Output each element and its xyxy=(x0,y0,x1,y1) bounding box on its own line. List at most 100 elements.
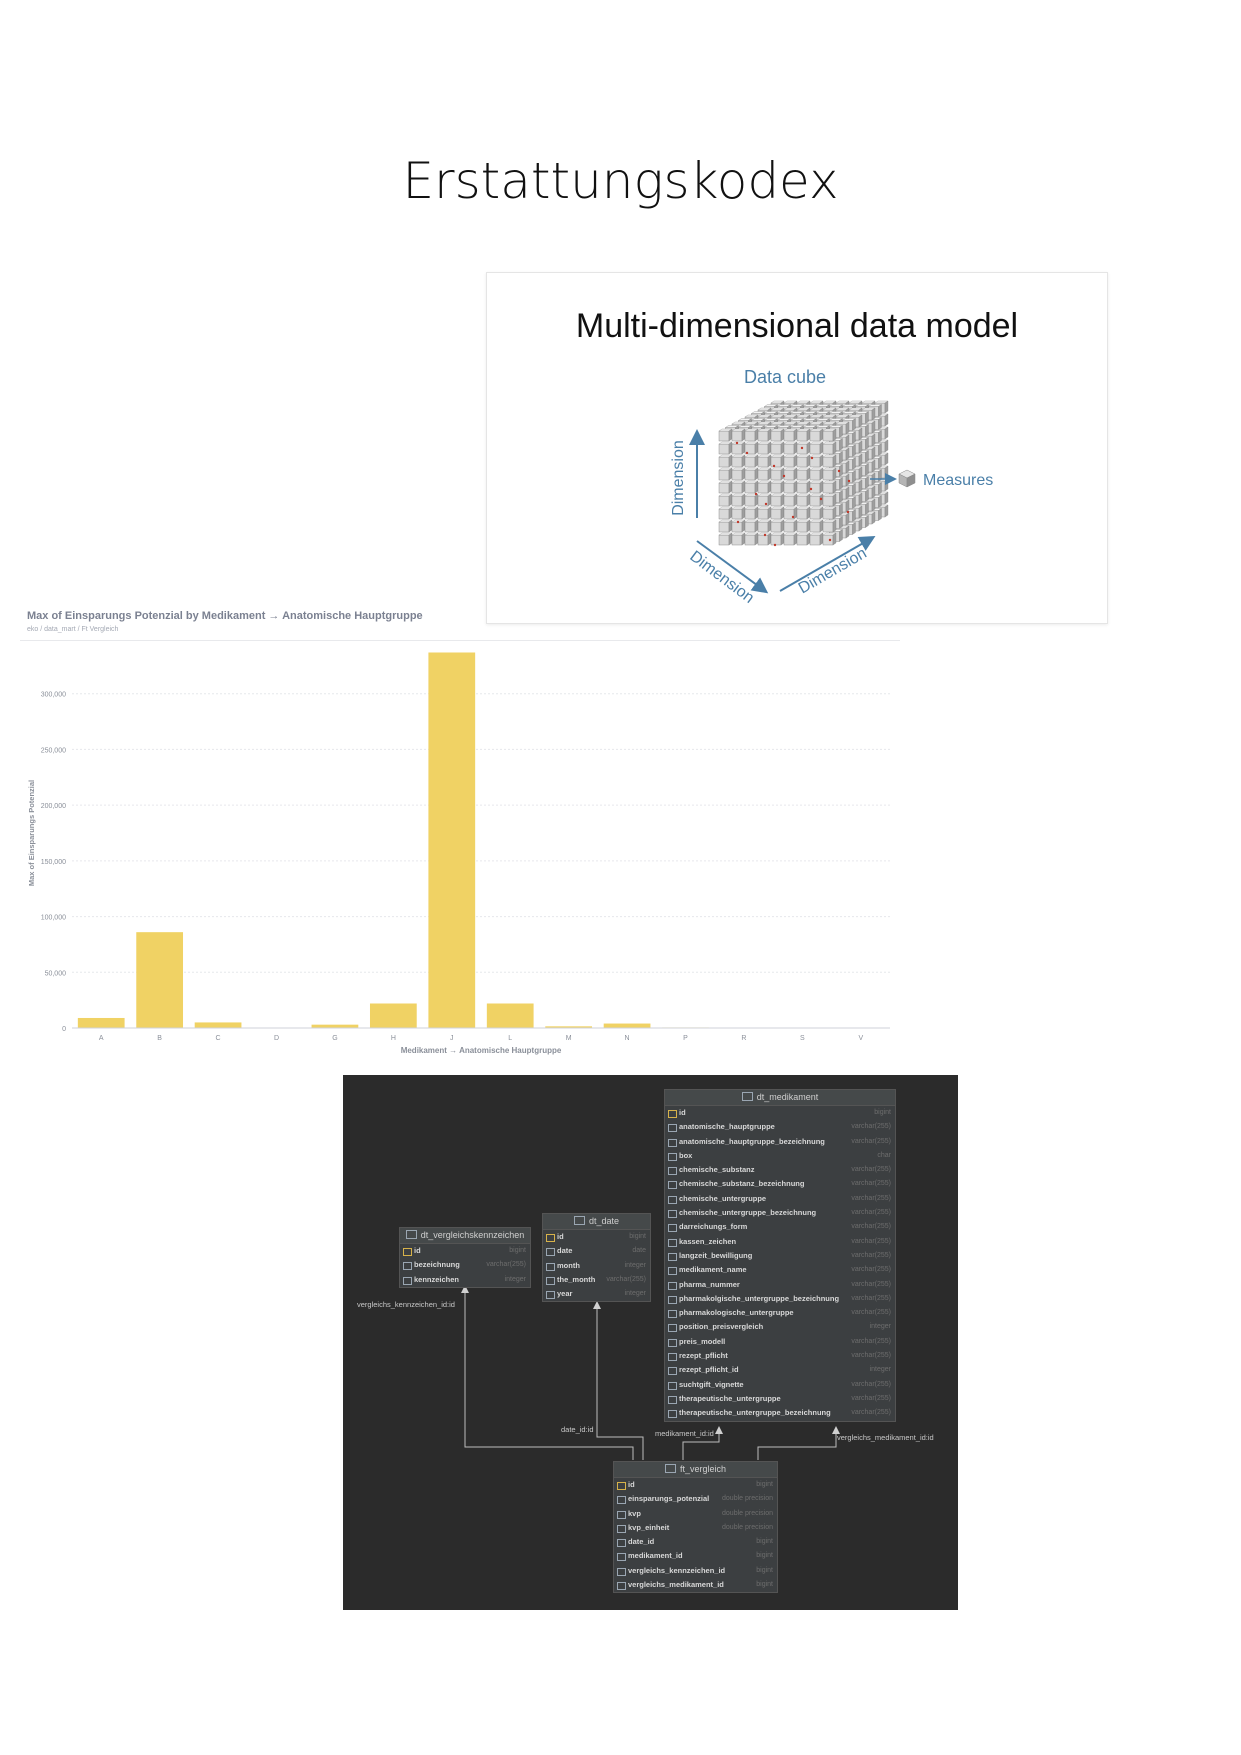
table-column-row[interactable]: the_month varchar(255) xyxy=(543,1273,650,1287)
table-column-row[interactable]: therapeutische_untergruppe_bezeichnung va… xyxy=(665,1406,895,1420)
bar[interactable] xyxy=(428,652,476,1028)
column-name: suchtgift_vignette xyxy=(679,1379,744,1389)
column-name: einsparungs_potenzial xyxy=(628,1494,710,1504)
table-column-row[interactable]: anatomische_hauptgruppe varchar(255) xyxy=(665,1120,895,1134)
cube-cell xyxy=(731,467,746,481)
table-ft-vergleich[interactable]: ft_vergleich id bigint einsparungs_potenzia… xyxy=(613,1461,778,1594)
column-icon xyxy=(617,1524,626,1533)
table-column-row[interactable]: box char xyxy=(665,1149,895,1163)
table-column-row[interactable]: month integer xyxy=(543,1259,650,1273)
cube-cell xyxy=(822,467,837,481)
table-column-row[interactable]: chemische_substanz_bezeichnung varchar(25… xyxy=(665,1177,895,1191)
table-column-row[interactable]: einsparungs_potenzial double precision xyxy=(614,1492,777,1506)
cube-subtitle: Data cube xyxy=(744,367,826,387)
bar[interactable] xyxy=(77,1017,125,1028)
cube-cell xyxy=(796,532,811,546)
bar[interactable] xyxy=(311,1024,359,1028)
column-icon xyxy=(668,1181,677,1190)
relation-line-vergleichs-kennzeichen xyxy=(461,1285,634,1460)
x-tick-label: B xyxy=(157,1035,162,1042)
cube-cell xyxy=(731,493,746,507)
x-tick-label: D xyxy=(274,1035,279,1042)
table-column-row[interactable]: pharmakolgische_untergruppe_bezeichnung v… xyxy=(665,1292,895,1306)
cube-cell xyxy=(822,480,837,494)
bar[interactable] xyxy=(369,1003,417,1028)
table-name: dt_vergleichskennzeichen xyxy=(420,1230,525,1240)
table-column-row[interactable]: kvp double precision xyxy=(614,1507,777,1521)
table-column-row[interactable]: kvp_einheit double precision xyxy=(614,1521,777,1535)
data-cube xyxy=(718,400,889,547)
table-column-row[interactable]: bezeichnung varchar(255) xyxy=(400,1258,530,1272)
table-column-row[interactable]: langzeit_bewilligung varchar(255) xyxy=(665,1249,895,1263)
bar[interactable] xyxy=(136,932,184,1028)
table-column-row[interactable]: anatomische_hauptgruppe_bezeichnung varch… xyxy=(665,1135,895,1149)
column-type: bigint xyxy=(874,1109,891,1116)
table-column-row[interactable]: chemische_untergruppe_bezeichnung varchar… xyxy=(665,1206,895,1220)
column-icon xyxy=(546,1291,555,1300)
table-column-row[interactable]: chemische_substanz varchar(255) xyxy=(665,1163,895,1177)
table-column-row[interactable]: pharma_nummer varchar(255) xyxy=(665,1278,895,1292)
table-column-row[interactable]: kennzeichen integer xyxy=(400,1273,530,1287)
table-column-row[interactable]: id bigint xyxy=(614,1478,777,1492)
cube-cell xyxy=(809,441,824,455)
table-column-row[interactable]: medikament_name varchar(255) xyxy=(665,1263,895,1277)
bar[interactable] xyxy=(486,1003,534,1028)
cube-cell xyxy=(809,506,824,520)
cube-cell xyxy=(796,467,811,481)
table-column-row[interactable]: darreichungs_form varchar(255) xyxy=(665,1220,895,1234)
column-icon xyxy=(668,1295,677,1304)
table-column-row[interactable]: date_id bigint xyxy=(614,1535,777,1549)
table-column-row[interactable]: year integer xyxy=(543,1287,650,1301)
cube-cell xyxy=(731,532,746,546)
column-name: id xyxy=(628,1480,635,1489)
column-name: darreichungs_form xyxy=(679,1222,748,1232)
cube-cell xyxy=(757,506,772,520)
column-type: varchar(255) xyxy=(851,1337,891,1345)
table-column-row[interactable]: rezept_pflicht varchar(255) xyxy=(665,1349,895,1363)
table-icon xyxy=(573,1216,585,1225)
table-column-row[interactable]: suchtgift_vignette varchar(255) xyxy=(665,1378,895,1392)
column-type: varchar(255) xyxy=(851,1166,891,1174)
table-column-row[interactable]: date date xyxy=(543,1244,650,1258)
table-column-row[interactable]: preis_modell varchar(255) xyxy=(665,1335,895,1349)
cube-cell xyxy=(809,467,824,481)
bar-chart-panel: Max of Einsparungs Potenzial by Medikame… xyxy=(20,600,900,1070)
cube-cell xyxy=(809,428,824,442)
table-column-row[interactable]: vergleichs_medikament_id bigint xyxy=(614,1578,777,1592)
column-type: varchar(255) xyxy=(851,1137,891,1145)
y-tick-label: 200,000 xyxy=(41,803,66,810)
column-name: pharmakologische_untergruppe xyxy=(679,1308,794,1318)
measures-label: Measures xyxy=(923,472,993,489)
column-type: varchar(255) xyxy=(851,1123,891,1131)
column-name: date xyxy=(557,1246,573,1256)
table-column-row[interactable]: chemische_untergruppe varchar(255) xyxy=(665,1192,895,1206)
table-dt-medikament[interactable]: dt_medikament id bigint anatomische_hauptgr… xyxy=(664,1089,896,1422)
column-icon xyxy=(546,1248,555,1257)
column-type: varchar(255) xyxy=(851,1251,891,1259)
cube-cell xyxy=(796,441,811,455)
x-tick-label: G xyxy=(332,1035,337,1042)
column-name: chemische_substanz xyxy=(679,1165,755,1175)
table-column-row[interactable]: id bigint xyxy=(543,1230,650,1244)
table-column-row[interactable]: therapeutische_untergruppe varchar(255) xyxy=(665,1392,895,1406)
column-type: char xyxy=(877,1151,891,1159)
column-type: date xyxy=(632,1247,646,1255)
table-column-row[interactable]: medikament_id bigint xyxy=(614,1549,777,1563)
column-name: position_preisvergleich xyxy=(679,1322,764,1332)
bar[interactable] xyxy=(603,1023,651,1028)
table-column-row[interactable]: id bigint xyxy=(400,1244,530,1258)
table-column-row[interactable]: rezept_pflicht_id integer xyxy=(665,1363,895,1377)
table-column-row[interactable]: position_preisvergleich integer xyxy=(665,1320,895,1334)
table-column-row[interactable]: vergleichs_kennzeichen_id bigint xyxy=(614,1564,777,1578)
table-column-row[interactable]: pharmakologische_untergruppe varchar(255) xyxy=(665,1306,895,1320)
table-dt-vergleichskennzeichen[interactable]: dt_vergleichskennzeichen id bigint bezeichn… xyxy=(399,1227,531,1288)
column-icon xyxy=(546,1262,555,1271)
table-column-row[interactable]: kassen_zeichen varchar(255) xyxy=(665,1235,895,1249)
table-dt-date[interactable]: dt_date id bigint date date month integer the_m… xyxy=(542,1213,651,1303)
bar[interactable] xyxy=(194,1022,242,1028)
relation-label-vergleichs-kennzeichen: vergleichs_kennzeichen_id:id xyxy=(357,1300,455,1309)
table-column-row[interactable]: id bigint xyxy=(665,1106,895,1120)
x-tick-label: J xyxy=(450,1035,454,1042)
x-tick-label: H xyxy=(391,1035,396,1042)
column-icon xyxy=(668,1381,677,1390)
